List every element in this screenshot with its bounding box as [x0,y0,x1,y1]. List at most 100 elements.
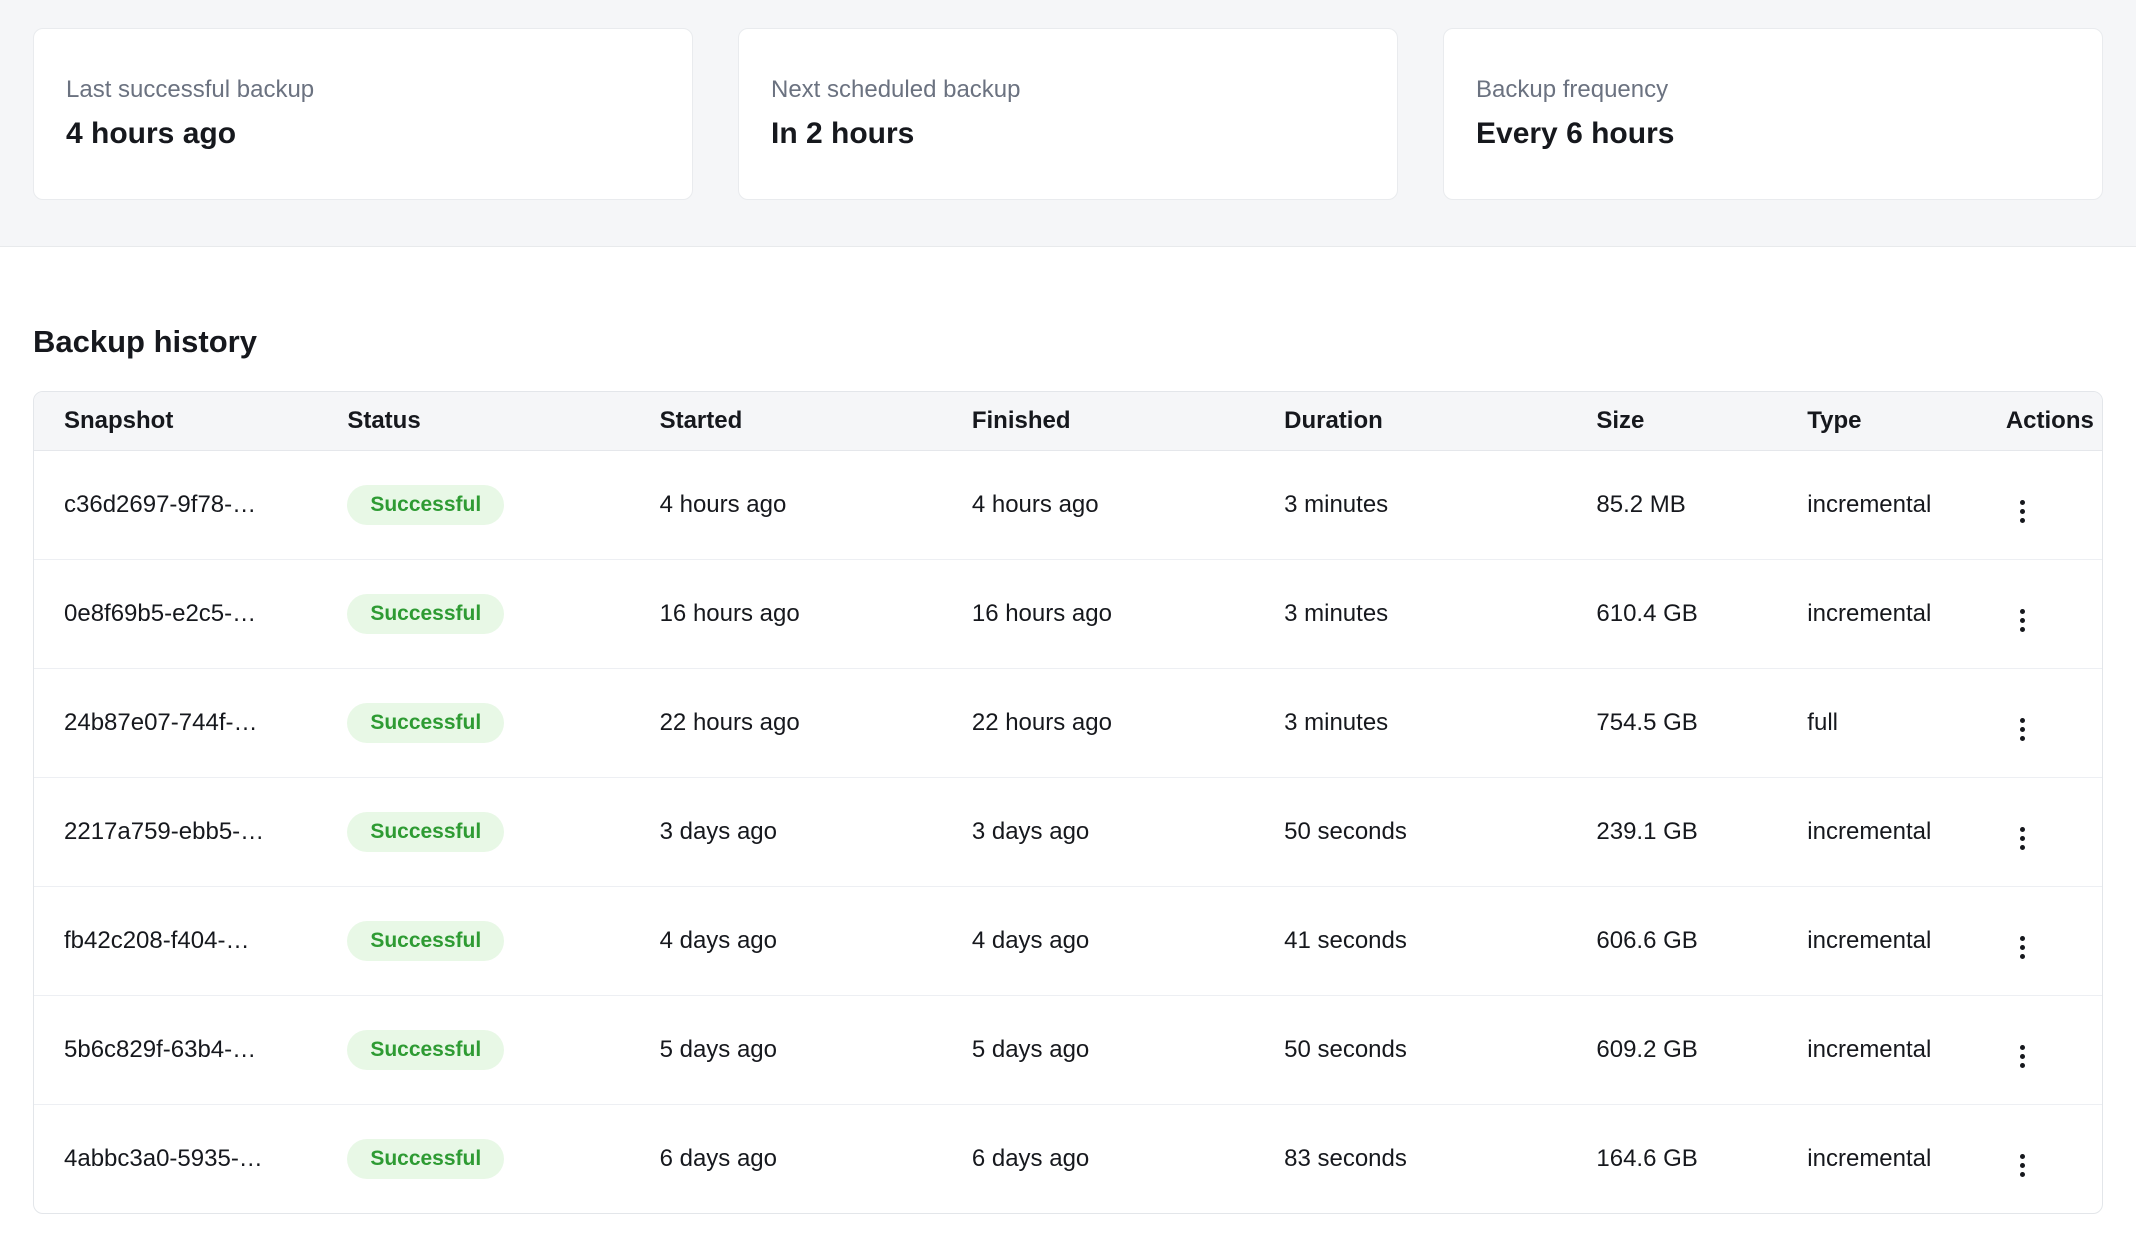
status-cell: Successful [317,996,629,1105]
kebab-menu-icon [2020,727,2025,732]
snapshot-id-cell: 0e8f69b5-e2c5-… [34,560,317,669]
actions-cell [1976,778,2102,887]
column-header-status: Status [317,392,629,451]
actions-cell [1976,996,2102,1105]
card-value: 4 hours ago [66,115,660,153]
size-cell: 610.4 GB [1566,560,1777,669]
backup-history-section: Backup history Snapshot Status Started F… [0,323,2136,1242]
column-header-actions: Actions [1976,392,2102,451]
kebab-menu-icon [2020,500,2025,505]
type-cell: incremental [1777,560,1976,669]
kebab-menu-icon [2020,1063,2025,1068]
kebab-menu-icon [2020,509,2025,514]
type-cell: incremental [1777,887,1976,996]
row-actions-menu-button[interactable] [2012,928,2033,967]
table-row: 0e8f69b5-e2c5-… Successful 16 hours ago … [34,560,2102,669]
finished-cell: 3 days ago [942,778,1254,887]
table-row: c36d2697-9f78-… Successful 4 hours ago 4… [34,451,2102,560]
status-cell: Successful [317,887,629,996]
started-cell: 6 days ago [630,1105,942,1214]
finished-cell: 16 hours ago [942,560,1254,669]
size-cell: 85.2 MB [1566,451,1777,560]
column-header-started: Started [630,392,942,451]
kebab-menu-icon [2020,718,2025,723]
row-actions-menu-button[interactable] [2012,1146,2033,1185]
status-cell: Successful [317,1105,629,1214]
snapshot-id-cell: 2217a759-ebb5-… [34,778,317,887]
actions-cell [1976,451,2102,560]
kebab-menu-icon [2020,518,2025,523]
table-row: 2217a759-ebb5-… Successful 3 days ago 3 … [34,778,2102,887]
size-cell: 754.5 GB [1566,669,1777,778]
started-cell: 5 days ago [630,996,942,1105]
card-label: Last successful backup [66,75,660,105]
finished-cell: 4 days ago [942,887,1254,996]
kebab-menu-icon [2020,936,2025,941]
duration-cell: 41 seconds [1254,887,1566,996]
size-cell: 164.6 GB [1566,1105,1777,1214]
kebab-menu-icon [2020,836,2025,841]
type-cell: incremental [1777,1105,1976,1214]
card-backup-frequency: Backup frequency Every 6 hours [1443,28,2103,200]
type-cell: incremental [1777,996,1976,1105]
status-cell: Successful [317,451,629,560]
duration-cell: 3 minutes [1254,451,1566,560]
card-last-successful-backup: Last successful backup 4 hours ago [33,28,693,200]
finished-cell: 4 hours ago [942,451,1254,560]
backup-dashboard-page: Last successful backup 4 hours ago Next … [0,0,2136,1242]
kebab-menu-icon [2020,736,2025,741]
started-cell: 3 days ago [630,778,942,887]
kebab-menu-icon [2020,954,2025,959]
column-header-finished: Finished [942,392,1254,451]
row-actions-menu-button[interactable] [2012,601,2033,640]
duration-cell: 3 minutes [1254,560,1566,669]
snapshot-id-cell: fb42c208-f404-… [34,887,317,996]
backup-history-table-container: Snapshot Status Started Finished Duratio… [33,391,2103,1214]
snapshot-id-cell: 4abbc3a0-5935-… [34,1105,317,1214]
started-cell: 22 hours ago [630,669,942,778]
snapshot-id-cell: 24b87e07-744f-… [34,669,317,778]
status-badge: Successful [347,594,504,634]
status-badge: Successful [347,703,504,743]
card-value: Every 6 hours [1476,115,2070,153]
actions-cell [1976,560,2102,669]
status-cell: Successful [317,560,629,669]
snapshot-id-cell: 5b6c829f-63b4-… [34,996,317,1105]
column-header-size: Size [1566,392,1777,451]
row-actions-menu-button[interactable] [2012,492,2033,531]
backup-history-table: Snapshot Status Started Finished Duratio… [34,392,2102,1213]
status-badge: Successful [347,1030,504,1070]
finished-cell: 6 days ago [942,1105,1254,1214]
status-badge: Successful [347,485,504,525]
finished-cell: 22 hours ago [942,669,1254,778]
card-label: Next scheduled backup [771,75,1365,105]
summary-cards-section: Last successful backup 4 hours ago Next … [0,0,2136,247]
page-title: Backup history [33,323,2103,361]
kebab-menu-icon [2020,1172,2025,1177]
duration-cell: 3 minutes [1254,669,1566,778]
column-header-type: Type [1777,392,1976,451]
table-row: 4abbc3a0-5935-… Successful 6 days ago 6 … [34,1105,2102,1214]
row-actions-menu-button[interactable] [2012,1037,2033,1076]
kebab-menu-icon [2020,1163,2025,1168]
duration-cell: 50 seconds [1254,996,1566,1105]
size-cell: 609.2 GB [1566,996,1777,1105]
duration-cell: 50 seconds [1254,778,1566,887]
card-label: Backup frequency [1476,75,2070,105]
status-badge: Successful [347,921,504,961]
started-cell: 16 hours ago [630,560,942,669]
type-cell: incremental [1777,778,1976,887]
row-actions-menu-button[interactable] [2012,819,2033,858]
status-cell: Successful [317,778,629,887]
status-badge: Successful [347,1139,504,1179]
started-cell: 4 hours ago [630,451,942,560]
row-actions-menu-button[interactable] [2012,710,2033,749]
history-table-body: c36d2697-9f78-… Successful 4 hours ago 4… [34,451,2102,1214]
finished-cell: 5 days ago [942,996,1254,1105]
kebab-menu-icon [2020,1045,2025,1050]
table-row: 24b87e07-744f-… Successful 22 hours ago … [34,669,2102,778]
type-cell: incremental [1777,451,1976,560]
actions-cell [1976,887,2102,996]
table-row: fb42c208-f404-… Successful 4 days ago 4 … [34,887,2102,996]
kebab-menu-icon [2020,827,2025,832]
